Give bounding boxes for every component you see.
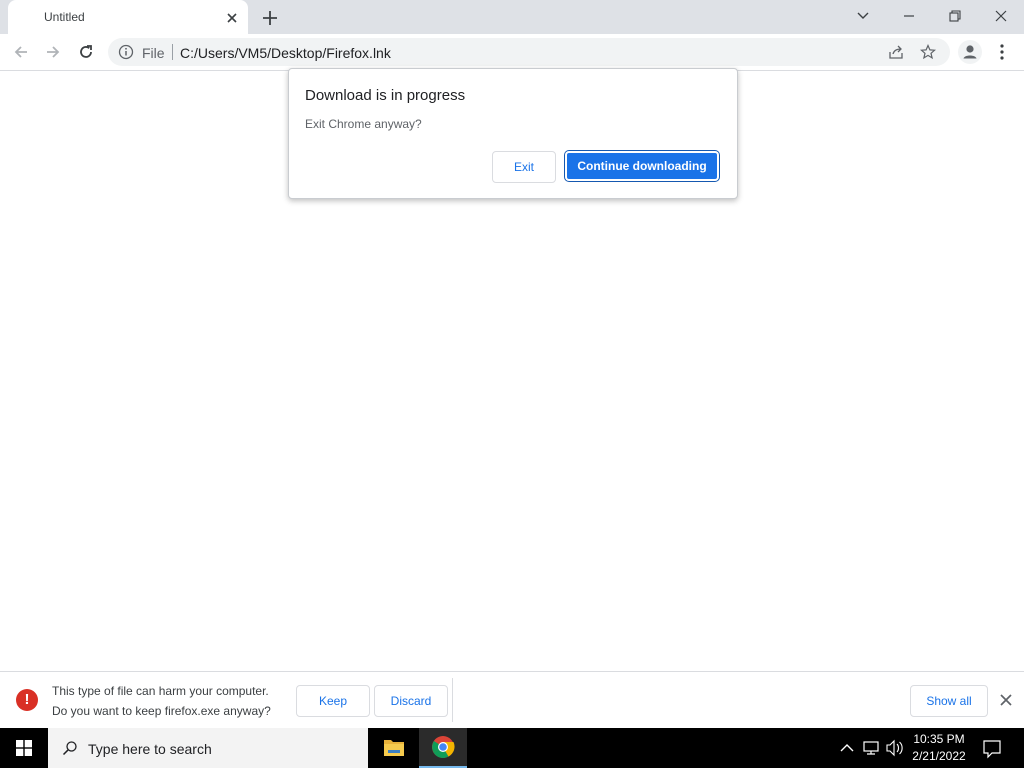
chrome-taskbar-button[interactable] xyxy=(419,728,467,768)
clock-date[interactable]: 2/21/2022 xyxy=(910,749,968,763)
shelf-divider xyxy=(452,678,453,722)
exit-button[interactable]: Exit xyxy=(492,151,556,183)
share-icon[interactable] xyxy=(888,44,904,60)
close-window-button[interactable] xyxy=(978,0,1024,32)
plus-icon xyxy=(263,11,277,25)
folder-icon xyxy=(384,740,404,756)
info-icon[interactable] xyxy=(118,44,134,60)
discard-button[interactable]: Discard xyxy=(374,685,448,717)
network-status-button[interactable] xyxy=(860,728,882,768)
omnibox-divider xyxy=(172,44,173,60)
windows-taskbar: Type here to search 10:35 PM 2/21/2022 xyxy=(0,728,1024,768)
keep-button[interactable]: Keep xyxy=(296,685,370,717)
volume-button[interactable] xyxy=(884,728,906,768)
new-tab-button[interactable] xyxy=(258,6,282,30)
star-icon[interactable] xyxy=(920,44,936,60)
clock-time[interactable]: 10:35 PM xyxy=(912,732,966,746)
reload-icon xyxy=(80,45,92,58)
close-icon xyxy=(1000,694,1012,706)
minimize-icon xyxy=(904,15,914,17)
restore-icon xyxy=(949,10,961,22)
dialog-title: Download is in progress xyxy=(305,87,466,104)
restore-button[interactable] xyxy=(932,0,978,32)
minimize-button[interactable] xyxy=(886,0,932,32)
reload-button[interactable] xyxy=(73,39,99,65)
tab-untitled[interactable]: Untitled xyxy=(8,0,248,34)
menu-icon[interactable] xyxy=(994,42,1010,62)
profile-button[interactable] xyxy=(958,40,982,64)
back-button[interactable] xyxy=(8,39,34,65)
notification-icon xyxy=(983,740,1001,759)
exit-confirmation-dialog: Download is in progress Exit Chrome anyw… xyxy=(288,68,738,199)
chevron-up-icon xyxy=(840,744,854,752)
notification-center-button[interactable] xyxy=(980,728,1004,768)
download-shelf: ! This type of file can harm your comput… xyxy=(0,671,1024,729)
forward-icon xyxy=(47,46,60,58)
show-hidden-icons-button[interactable] xyxy=(838,728,856,768)
network-icon xyxy=(863,741,879,755)
url-scheme-label: File xyxy=(142,45,165,61)
tab-title: Untitled xyxy=(44,10,85,24)
url-text[interactable]: C:/Users/VM5/Desktop/Firefox.lnk xyxy=(180,45,391,61)
back-icon xyxy=(14,46,27,58)
close-shelf-button[interactable] xyxy=(998,692,1014,708)
close-icon[interactable] xyxy=(224,10,240,26)
continue-downloading-button[interactable]: Continue downloading xyxy=(565,151,719,181)
profile-icon xyxy=(963,45,977,59)
close-icon xyxy=(995,10,1007,22)
windows-icon xyxy=(16,740,32,756)
forward-button[interactable] xyxy=(40,39,66,65)
download-warning-line2: Do you want to keep firefox.exe anyway? xyxy=(52,704,271,718)
tab-strip: Untitled xyxy=(0,0,1024,34)
address-bar[interactable]: File C:/Users/VM5/Desktop/Firefox.lnk xyxy=(108,38,950,66)
volume-icon xyxy=(886,739,903,757)
browser-toolbar: File C:/Users/VM5/Desktop/Firefox.lnk xyxy=(0,34,1024,71)
warning-icon: ! xyxy=(16,689,38,711)
chevron-down-icon xyxy=(857,12,869,19)
chrome-icon xyxy=(432,736,455,758)
search-icon xyxy=(62,740,78,756)
file-explorer-taskbar-button[interactable] xyxy=(370,728,418,768)
start-button[interactable] xyxy=(0,728,48,768)
download-warning-line1: This type of file can harm your computer… xyxy=(52,684,269,698)
taskbar-search-box[interactable]: Type here to search xyxy=(48,728,368,768)
show-all-button[interactable]: Show all xyxy=(910,685,988,717)
tab-search-button[interactable] xyxy=(840,0,886,32)
dialog-message: Exit Chrome anyway? xyxy=(305,117,422,131)
search-placeholder: Type here to search xyxy=(88,741,212,757)
